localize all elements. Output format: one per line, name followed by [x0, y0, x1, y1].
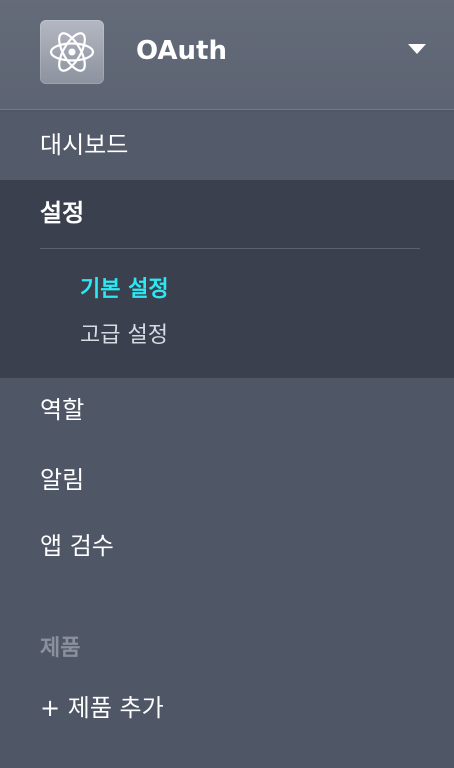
nav-alerts[interactable]: 알림	[0, 450, 454, 514]
nav-settings[interactable]: 설정	[40, 197, 84, 229]
app-switcher-dropdown[interactable]	[400, 36, 434, 66]
app-name: OAuth	[136, 36, 227, 66]
atom-icon	[49, 32, 95, 72]
nav-dashboard[interactable]: 대시보드	[0, 112, 454, 180]
nav-dashboard-label: 대시보드	[40, 131, 129, 159]
settings-group: 설정 기본 설정 고급 설정	[0, 180, 454, 378]
nav-basic-settings[interactable]: 기본 설정	[80, 275, 169, 305]
add-product-label: + 제품 추가	[40, 694, 164, 722]
app-header: OAuth	[0, 0, 454, 110]
nav-alerts-label: 알림	[40, 466, 85, 494]
nav-roles-label: 역할	[40, 396, 85, 424]
settings-divider	[40, 248, 420, 249]
nav-app-review[interactable]: 앱 검수	[0, 516, 454, 580]
app-icon[interactable]	[40, 20, 104, 84]
add-product-button[interactable]: + 제품 추가	[0, 676, 454, 740]
nav-roles[interactable]: 역할	[0, 378, 454, 442]
nav-app-review-label: 앱 검수	[40, 532, 114, 560]
products-section-label: 제품	[40, 636, 81, 661]
sidebar: OAuth 대시보드 설정 기본 설정 고급 설정 역할 알림 앱 검수 제품 …	[0, 0, 454, 768]
caret-down-icon	[408, 44, 426, 54]
nav-advanced-settings[interactable]: 고급 설정	[80, 321, 168, 351]
